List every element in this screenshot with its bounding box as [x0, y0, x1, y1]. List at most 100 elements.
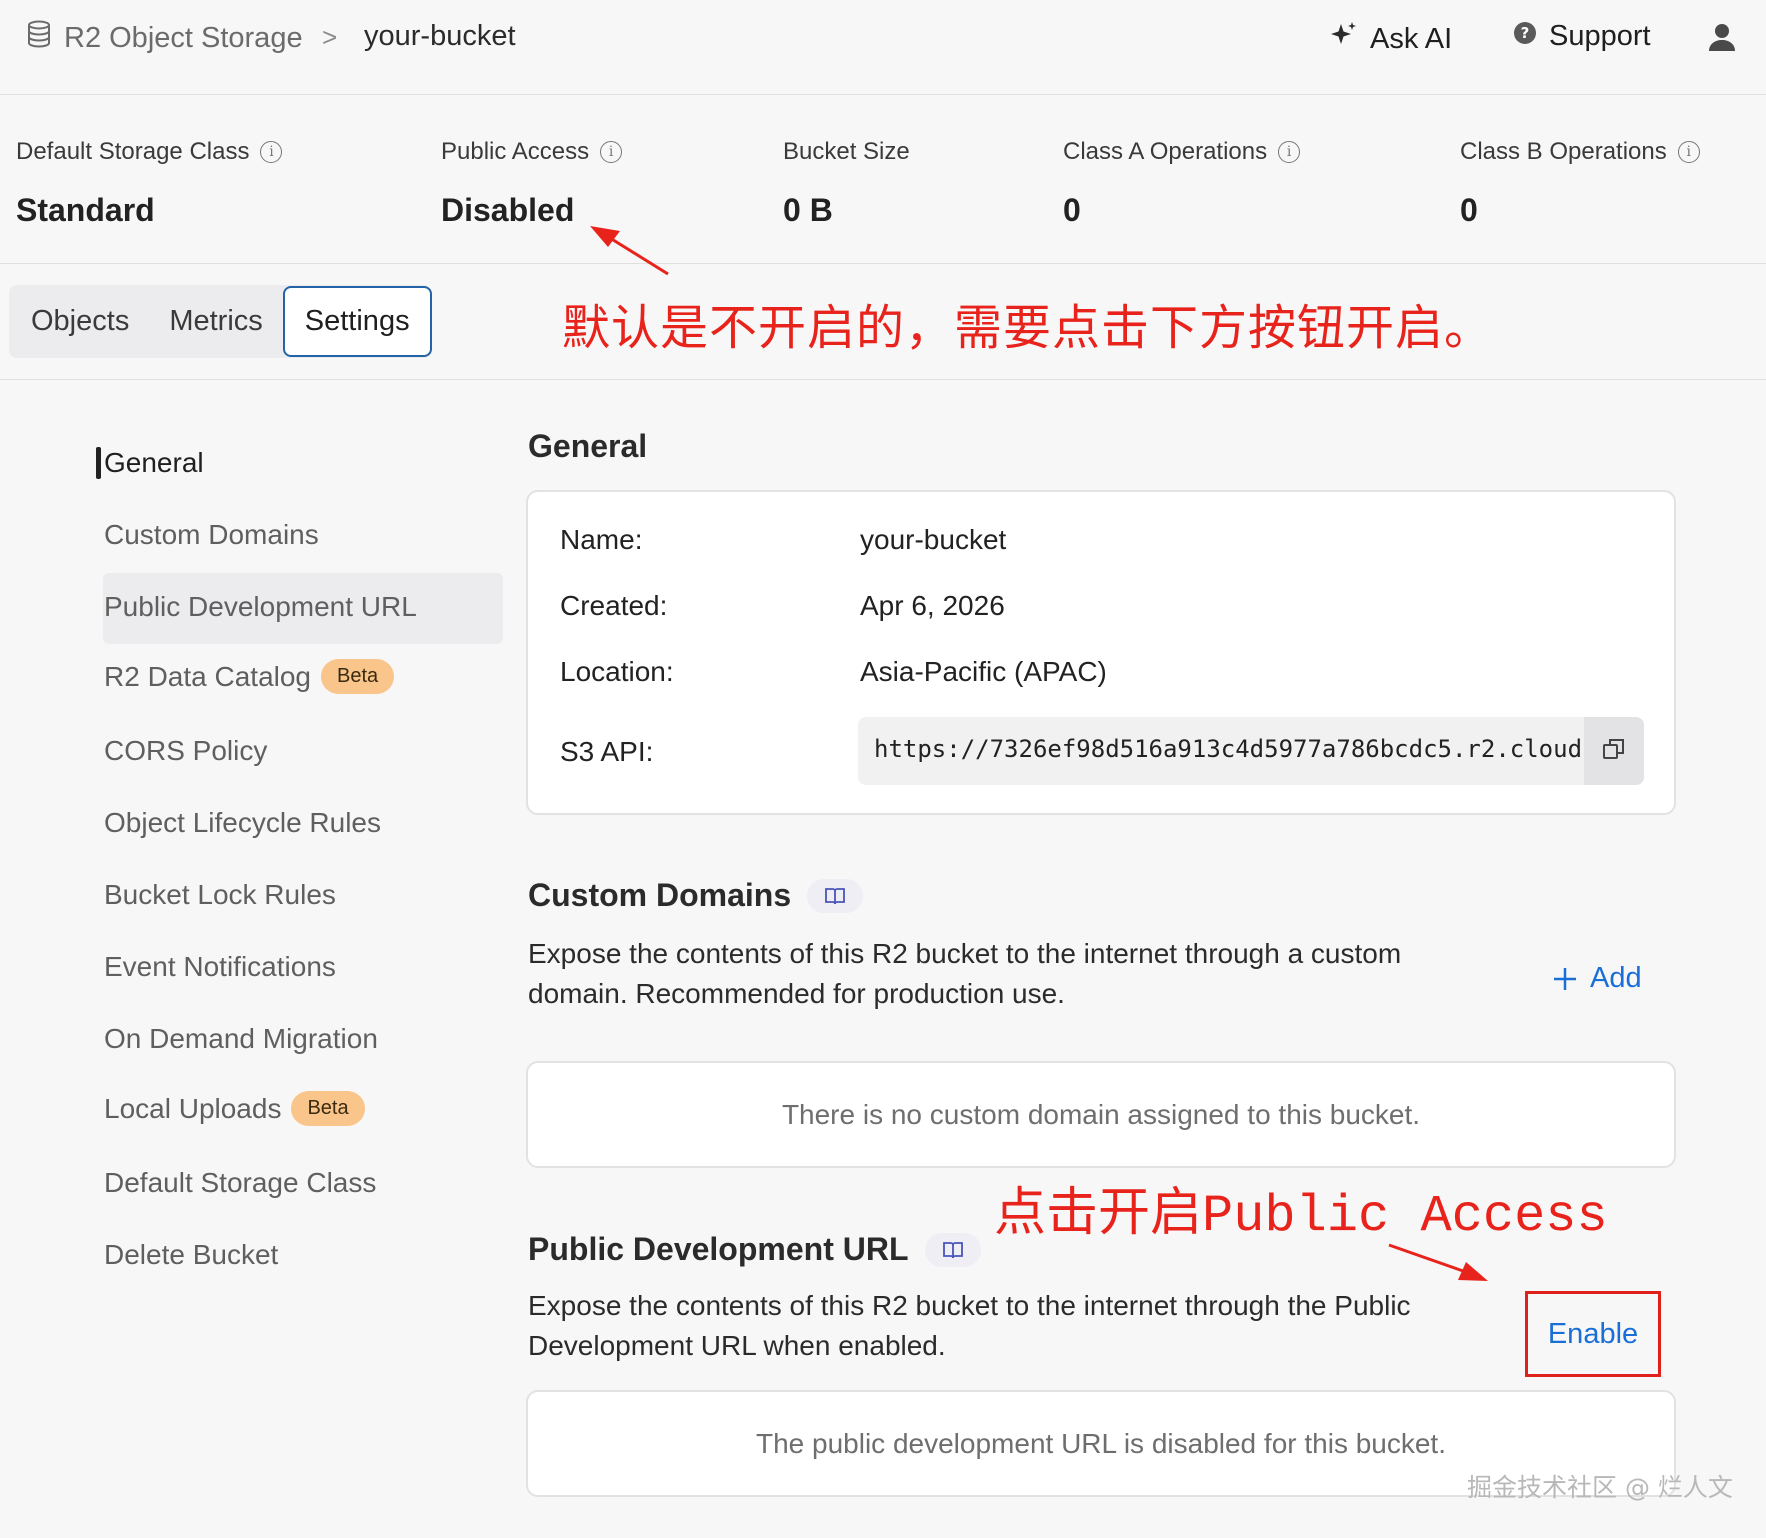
sidebar-item-label: Object Lifecycle Rules — [104, 807, 382, 838]
arrow-to-enable-button — [1388, 1243, 1488, 1281]
stat-value: Standard — [16, 192, 155, 228]
sidebar-item-event-notifications[interactable]: Event Notifications — [104, 951, 336, 983]
sidebar-item-label: R2 Data Catalog — [104, 660, 312, 692]
sidebar-item-default-storage-class[interactable]: Default Storage Class — [104, 1167, 376, 1199]
public-dev-url-description: Expose the contents of this R2 bucket to… — [528, 1290, 1411, 1361]
sidebar-item-label: Local Uploads — [104, 1092, 282, 1124]
name-label: Name: — [560, 524, 643, 555]
info-icon[interactable]: i — [1677, 141, 1700, 163]
stat-label: Default Storage Class — [16, 138, 250, 165]
sidebar-item-on-demand-migration[interactable]: On Demand Migration — [104, 1023, 378, 1055]
sidebar-item-object-lifecycle-rules[interactable]: Object Lifecycle Rules — [104, 807, 381, 839]
database-icon — [26, 20, 52, 56]
support-button[interactable]: ? Support — [1513, 20, 1651, 53]
tab-list: Objects Metrics Settings — [9, 285, 432, 358]
custom-domains-heading: Custom Domains — [528, 877, 792, 913]
s3-api-value: https://7326ef98d516a913c4d5977a786bcdc5… — [874, 735, 1596, 763]
sidebar-item-label: Event Notifications — [104, 951, 336, 982]
sidebar-item-local-uploads[interactable]: Local Uploads Beta — [104, 1091, 365, 1126]
tab-objects[interactable]: Objects — [9, 285, 149, 358]
annotation-mid-cn: 点击开启 — [994, 1183, 1203, 1243]
copy-button[interactable] — [1584, 717, 1644, 785]
sidebar-item-public-development-url[interactable]: Public Development URL — [104, 591, 417, 623]
stat-value: 0 B — [783, 192, 833, 228]
sidebar-item-label: Default Storage Class — [104, 1167, 377, 1198]
stat-default-storage-class: Default Storage Class i Standard — [16, 138, 283, 229]
book-icon — [824, 877, 846, 914]
general-heading: General — [528, 428, 648, 464]
stat-value: 0 — [1460, 192, 1478, 228]
name-value: your-bucket — [860, 524, 1007, 555]
sidebar-item-bucket-lock-rules[interactable]: Bucket Lock Rules — [104, 879, 336, 911]
add-custom-domain-button[interactable]: Add — [1552, 962, 1642, 995]
sparkle-icon — [1328, 20, 1358, 58]
breadcrumb-root-label: R2 Object Storage — [64, 21, 303, 54]
info-icon[interactable]: i — [1278, 141, 1301, 163]
breadcrumb-root[interactable]: R2 Object Storage — [26, 20, 303, 56]
public-dev-url-status-text: The public development URL is disabled f… — [756, 1427, 1446, 1459]
help-circle-icon: ? — [1513, 20, 1537, 53]
bucket-stats: Default Storage Class i Standard Public A… — [0, 96, 1766, 264]
custom-domains-section: Custom Domains — [528, 877, 864, 914]
sidebar-item-cors-policy[interactable]: CORS Policy — [104, 735, 267, 767]
custom-domains-empty-text: There is no custom domain assigned to th… — [781, 1098, 1421, 1130]
docs-link[interactable] — [807, 877, 864, 914]
stat-bucket-size: Bucket Size 0 B — [783, 138, 910, 229]
sidebar-item-delete-bucket[interactable]: Delete Bucket — [104, 1239, 278, 1271]
public-dev-url-heading: Public Development URL — [528, 1231, 909, 1267]
beta-badge: Beta — [291, 1091, 365, 1126]
annotation-mid-en: Public Access — [1202, 1187, 1608, 1246]
top-bar: R2 Object Storage > your-bucket Ask AI ?… — [0, 0, 1766, 95]
ask-ai-button[interactable]: Ask AI — [1328, 20, 1452, 58]
beta-badge: Beta — [321, 659, 395, 694]
stat-label: Public Access — [441, 138, 590, 165]
sidebar-item-label: Bucket Lock Rules — [104, 879, 336, 910]
enable-public-dev-url-button[interactable]: Enable — [1525, 1291, 1661, 1377]
sidebar-item-label: On Demand Migration — [104, 1023, 378, 1054]
info-icon[interactable]: i — [600, 141, 623, 163]
svg-text:?: ? — [1521, 24, 1530, 42]
sidebar-item-label: CORS Policy — [104, 735, 268, 766]
location-label: Location: — [560, 656, 674, 687]
annotation-mid: 点击开启Public Access — [994, 1170, 1608, 1246]
sidebar-item-custom-domains[interactable]: Custom Domains — [104, 519, 319, 551]
location-value: Asia-Pacific (APAC) — [860, 656, 1107, 687]
custom-domains-empty-card: There is no custom domain assigned to th… — [526, 1061, 1676, 1168]
tab-settings[interactable]: Settings — [282, 286, 432, 357]
stat-label: Class A Operations — [1063, 138, 1268, 165]
stat-value: 0 — [1063, 192, 1081, 228]
stat-class-a-operations: Class A Operations i 0 — [1063, 138, 1301, 229]
sidebar-item-general[interactable]: General — [104, 447, 204, 479]
ask-ai-label: Ask AI — [1370, 22, 1453, 55]
copy-icon — [1602, 737, 1626, 766]
public-dev-url-section: Public Development URL — [528, 1231, 981, 1268]
general-card: Name: your-bucket Created: Apr 6, 2026 L… — [526, 490, 1676, 815]
stat-value: Disabled — [441, 192, 575, 228]
user-avatar[interactable] — [1708, 22, 1736, 60]
book-icon — [942, 1231, 964, 1268]
support-label: Support — [1549, 20, 1651, 52]
created-label: Created: — [560, 590, 668, 621]
sidebar-item-label: Delete Bucket — [104, 1239, 279, 1270]
sidebar-active-indicator — [96, 447, 101, 479]
docs-link[interactable] — [924, 1231, 981, 1268]
chevron-right-icon: > — [322, 22, 338, 52]
info-icon[interactable]: i — [260, 141, 283, 163]
s3-api-field[interactable]: https://7326ef98d516a913c4d5977a786bcdc5… — [858, 717, 1644, 785]
annotation-top: 默认是不开启的，需要点击下方按钮开启。 — [562, 300, 1494, 356]
sidebar-item-label: General — [104, 447, 204, 478]
plus-icon — [1552, 966, 1578, 992]
sidebar-item-label: Public Development URL — [104, 591, 417, 622]
sidebar-item-r2-data-catalog[interactable]: R2 Data Catalog Beta — [104, 659, 395, 694]
sidebar-item-label: Custom Domains — [104, 519, 319, 550]
created-value: Apr 6, 2026 — [860, 590, 1005, 621]
s3-api-label: S3 API: — [560, 736, 654, 767]
tab-metrics[interactable]: Metrics — [149, 285, 282, 358]
stat-label: Class B Operations — [1460, 138, 1667, 165]
stat-label: Bucket Size — [783, 138, 910, 165]
stat-public-access: Public Access i Disabled — [441, 138, 623, 229]
user-icon — [1708, 22, 1736, 60]
watermark: 掘金技术社区 @ 烂人文 — [1467, 1473, 1733, 1502]
add-label: Add — [1590, 962, 1642, 994]
stat-class-b-operations: Class B Operations i 0 — [1460, 138, 1700, 229]
